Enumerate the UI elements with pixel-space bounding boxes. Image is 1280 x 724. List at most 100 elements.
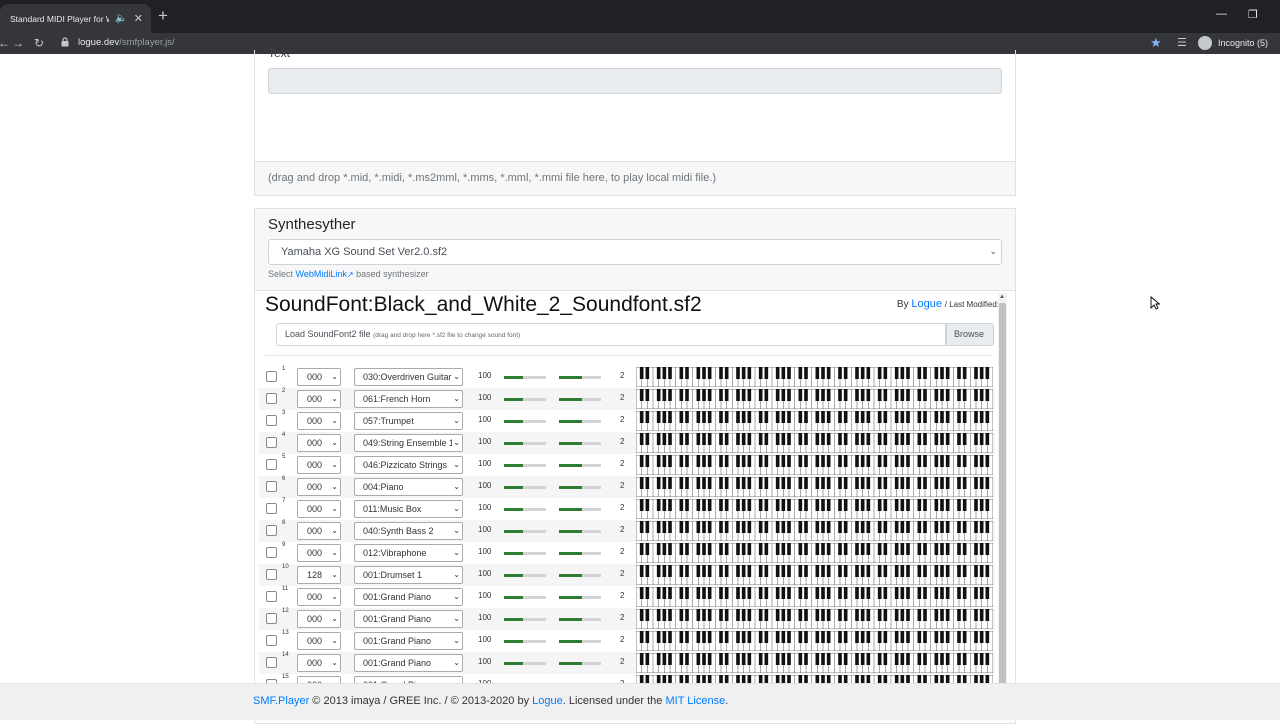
webmidilink-link[interactable]: WebMidiLink [296, 269, 347, 279]
bank-select[interactable]: 000 ⌄ [297, 610, 341, 628]
volume-slider[interactable] [504, 574, 546, 577]
volume-slider[interactable] [504, 486, 546, 489]
volume-slider[interactable] [504, 640, 546, 643]
channel-keyboard[interactable] [636, 433, 993, 453]
soundfont-file-input[interactable]: Load SoundFont2 file (drag and drop here… [276, 323, 946, 346]
channel-mute-checkbox[interactable] [266, 503, 277, 514]
pan-slider[interactable] [559, 442, 601, 445]
browse-button[interactable]: Browse [946, 323, 994, 346]
channel-mute-checkbox[interactable] [266, 613, 277, 624]
panel-scrollbar[interactable]: ▲ ▼ [998, 293, 1007, 719]
bank-select[interactable]: 000 ⌄ [297, 588, 341, 606]
scroll-up-icon[interactable]: ▲ [999, 294, 1005, 300]
channel-mute-checkbox[interactable] [266, 525, 277, 536]
scroll-thumb[interactable] [999, 303, 1006, 707]
channel-mute-checkbox[interactable] [266, 657, 277, 668]
volume-slider[interactable] [504, 618, 546, 621]
volume-slider[interactable] [504, 662, 546, 665]
bank-select[interactable]: 000 ⌄ [297, 544, 341, 562]
bank-select[interactable]: 000 ⌄ [297, 368, 341, 386]
forward-icon[interactable]: → [12, 36, 24, 50]
channel-keyboard[interactable] [636, 631, 993, 651]
pan-slider[interactable] [559, 618, 601, 621]
bank-select[interactable]: 000 ⌄ [297, 390, 341, 408]
synthesizer-select[interactable]: Yamaha XG Sound Set Ver2.0.sf2 ⌄ [268, 239, 1002, 265]
program-select[interactable]: 049:String Ensemble 1 ⌄ [354, 434, 463, 452]
program-select[interactable]: 001:Grand Piano ⌄ [354, 588, 463, 606]
channel-mute-checkbox[interactable] [266, 635, 277, 646]
channel-keyboard[interactable] [636, 389, 993, 409]
channel-keyboard[interactable] [636, 653, 993, 673]
program-select[interactable]: 040:Synth Bass 2 ⌄ [354, 522, 463, 540]
speaker-icon[interactable]: 🔈 [115, 13, 127, 24]
restore-icon[interactable]: ❐ [1248, 8, 1258, 21]
channel-keyboard[interactable] [636, 367, 993, 387]
bank-select[interactable]: 000 ⌄ [297, 522, 341, 540]
pan-slider[interactable] [559, 662, 601, 665]
channel-keyboard[interactable] [636, 477, 993, 497]
pan-slider[interactable] [559, 574, 601, 577]
volume-slider[interactable] [504, 464, 546, 467]
channel-keyboard[interactable] [636, 521, 993, 541]
smfplayer-link[interactable]: SMF.Player [253, 695, 309, 707]
new-tab-icon[interactable]: + [158, 6, 168, 26]
pan-slider[interactable] [559, 376, 601, 379]
volume-slider[interactable] [504, 596, 546, 599]
program-select[interactable]: 046:Pizzicato Strings ⌄ [354, 456, 463, 474]
pan-slider[interactable] [559, 596, 601, 599]
program-select[interactable]: 001:Grand Piano ⌄ [354, 610, 463, 628]
text-display[interactable] [268, 68, 1002, 94]
channel-keyboard[interactable] [636, 565, 993, 585]
lock-icon[interactable] [61, 37, 69, 47]
program-select[interactable]: 012:Vibraphone ⌄ [354, 544, 463, 562]
channel-mute-checkbox[interactable] [266, 481, 277, 492]
volume-slider[interactable] [504, 398, 546, 401]
close-tab-icon[interactable]: ✕ [134, 12, 143, 25]
channel-mute-checkbox[interactable] [266, 459, 277, 470]
bank-select[interactable]: 000 ⌄ [297, 456, 341, 474]
program-select[interactable]: 001:Drumset 1 ⌄ [354, 566, 463, 584]
back-icon[interactable]: ← [0, 36, 10, 50]
channel-mute-checkbox[interactable] [266, 371, 277, 382]
channel-keyboard[interactable] [636, 411, 993, 431]
pan-slider[interactable] [559, 464, 601, 467]
channel-keyboard[interactable] [636, 587, 993, 607]
media-control-icon[interactable]: ☰ [1177, 36, 1187, 49]
logue-link[interactable]: Logue [532, 695, 563, 707]
volume-slider[interactable] [504, 508, 546, 511]
program-select[interactable]: 057:Trumpet ⌄ [354, 412, 463, 430]
program-select[interactable]: 001:Grand Piano ⌄ [354, 654, 463, 672]
bank-select[interactable]: 000 ⌄ [297, 412, 341, 430]
channel-keyboard[interactable] [636, 543, 993, 563]
channel-mute-checkbox[interactable] [266, 415, 277, 426]
program-select[interactable]: 030:Overdriven Guitar ⌄ [354, 368, 463, 386]
pan-slider[interactable] [559, 486, 601, 489]
volume-slider[interactable] [504, 552, 546, 555]
mit-license-link[interactable]: MIT License [665, 695, 725, 707]
author-link[interactable]: Logue [911, 298, 942, 310]
program-select[interactable]: 061:French Horn ⌄ [354, 390, 463, 408]
pan-slider[interactable] [559, 420, 601, 423]
volume-slider[interactable] [504, 442, 546, 445]
bank-select[interactable]: 128 ⌄ [297, 566, 341, 584]
program-select[interactable]: 011:Music Box ⌄ [354, 500, 463, 518]
channel-mute-checkbox[interactable] [266, 569, 277, 580]
browser-tab[interactable]: Standard MIDI Player for We 🔈 ✕ [0, 4, 151, 33]
bank-select[interactable]: 000 ⌄ [297, 632, 341, 650]
channel-mute-checkbox[interactable] [266, 591, 277, 602]
reload-icon[interactable]: ↻ [34, 36, 44, 50]
bank-select[interactable]: 000 ⌄ [297, 654, 341, 672]
program-select[interactable]: 001:Grand Piano ⌄ [354, 632, 463, 650]
channel-mute-checkbox[interactable] [266, 437, 277, 448]
bank-select[interactable]: 000 ⌄ [297, 500, 341, 518]
channel-keyboard[interactable] [636, 499, 993, 519]
bank-select[interactable]: 000 ⌄ [297, 478, 341, 496]
incognito-profile[interactable]: Incognito (5) [1198, 36, 1268, 50]
pan-slider[interactable] [559, 552, 601, 555]
channel-mute-checkbox[interactable] [266, 393, 277, 404]
pan-slider[interactable] [559, 640, 601, 643]
channel-keyboard[interactable] [636, 455, 993, 475]
volume-slider[interactable] [504, 420, 546, 423]
program-select[interactable]: 004:Piano ⌄ [354, 478, 463, 496]
channel-mute-checkbox[interactable] [266, 547, 277, 558]
